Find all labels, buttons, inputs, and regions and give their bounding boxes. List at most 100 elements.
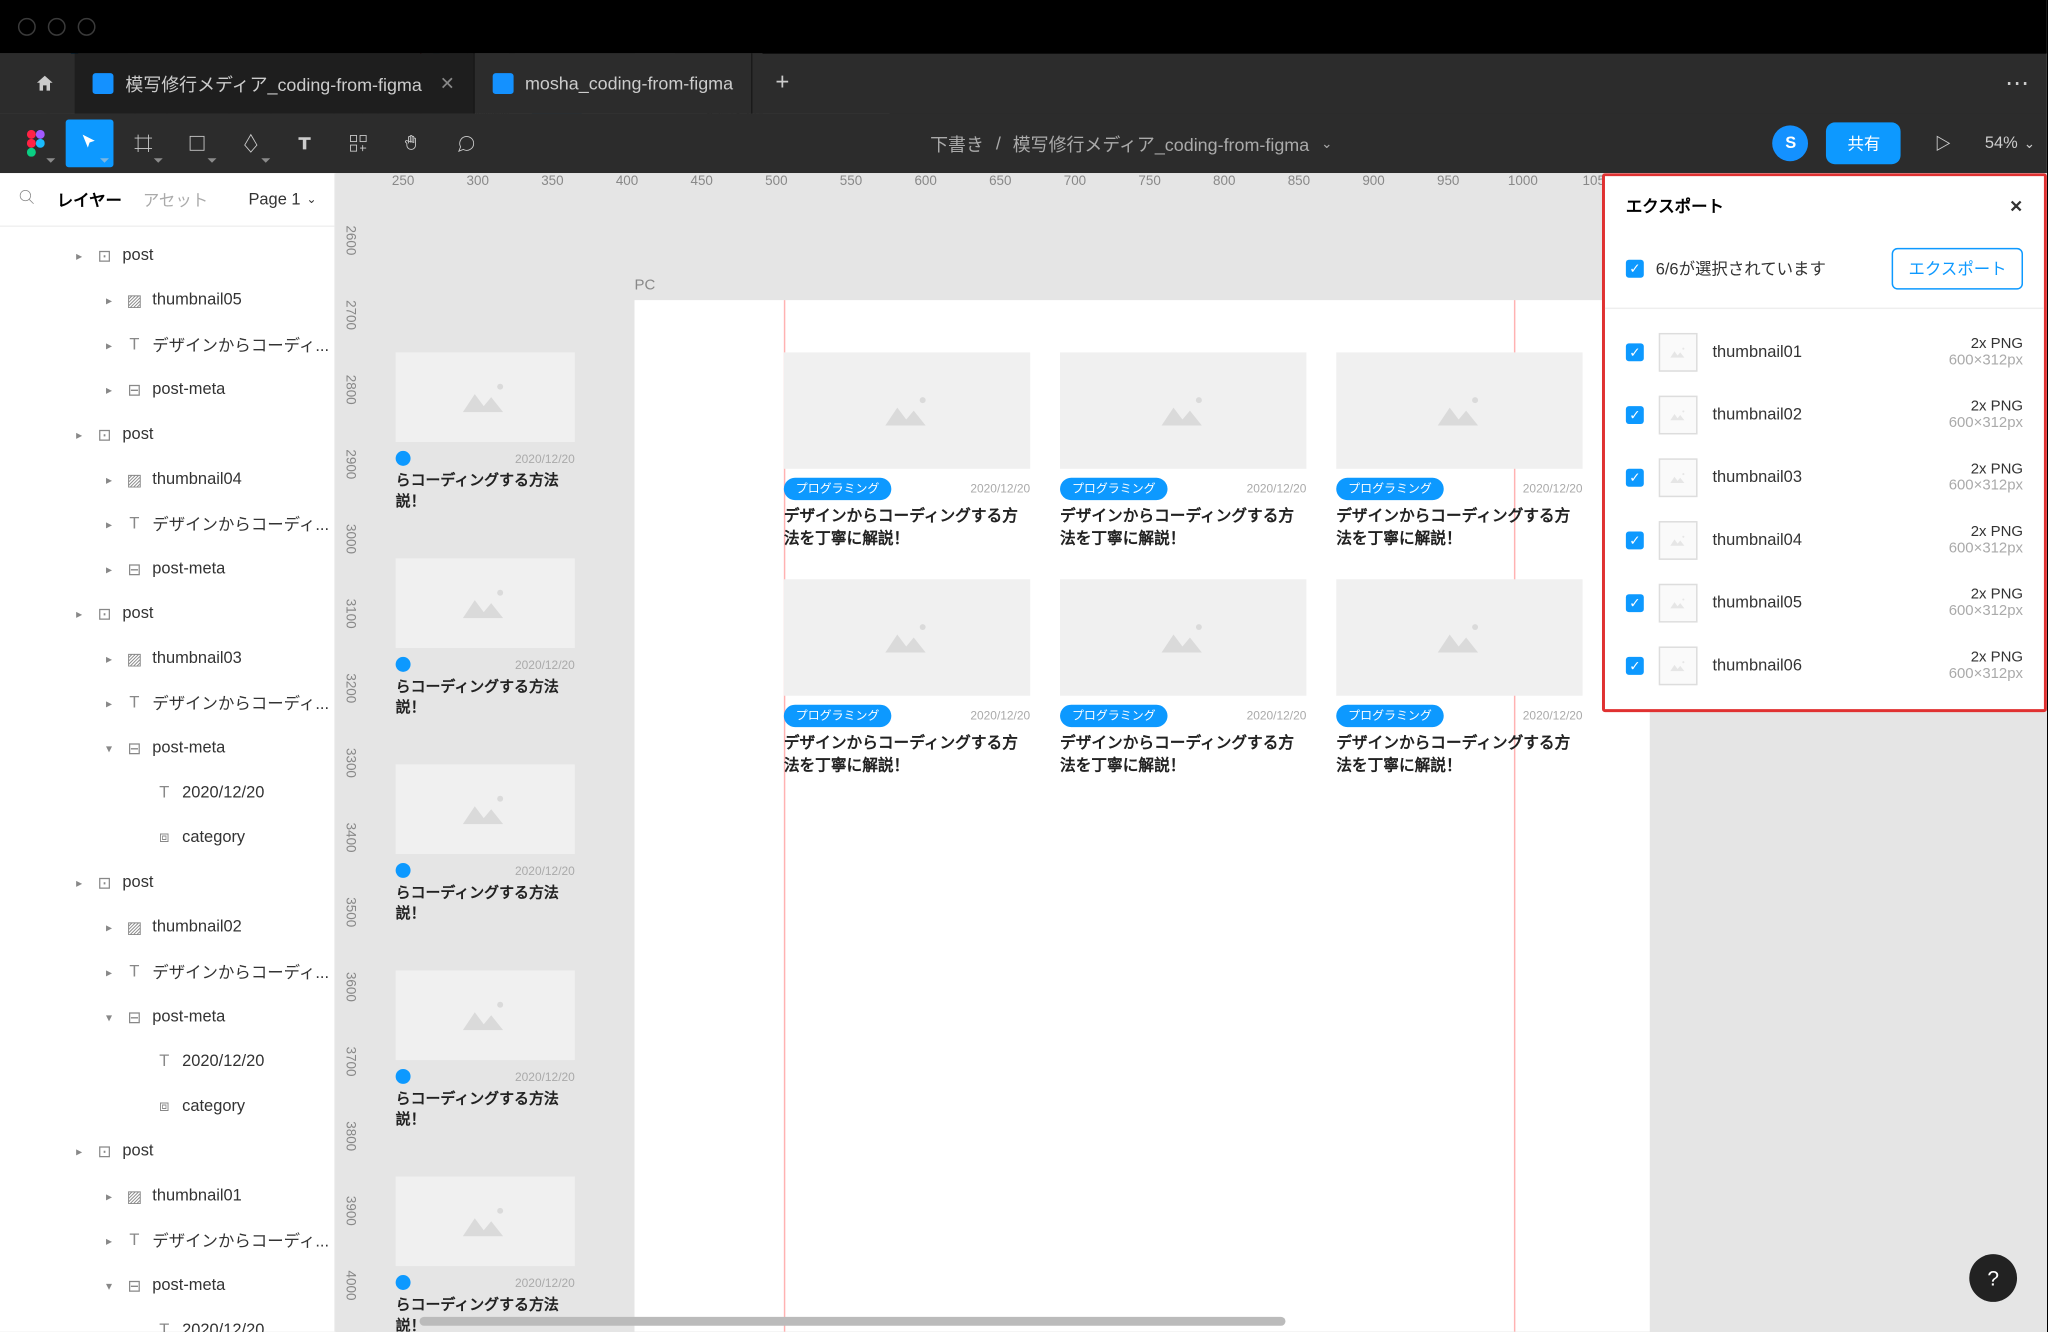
chevron-icon[interactable]: ▾	[102, 741, 117, 754]
layer-row[interactable]: ▸▨thumbnail05	[0, 278, 334, 323]
layer-row[interactable]: ▸Tデザインからコーディ...	[0, 950, 334, 995]
export-item[interactable]: thumbnail03 2x PNG600×312px	[1605, 446, 2044, 509]
tab-active[interactable]: 模写修行メディア_coding-from-figma ✕	[75, 54, 475, 114]
post-card[interactable]: 2020/12/20 らコーディングする方法説！	[396, 558, 575, 719]
chevron-icon[interactable]: ▸	[102, 517, 117, 530]
layer-row[interactable]: ▸▨thumbnail02	[0, 905, 334, 950]
chevron-icon[interactable]: ▸	[72, 428, 87, 441]
chevron-icon[interactable]: ▸	[102, 920, 117, 933]
hand-tool[interactable]	[388, 119, 436, 167]
layer-row[interactable]: ▸⊡post	[0, 1129, 334, 1174]
layer-row[interactable]: ▸Tデザインからコーディ...	[0, 322, 334, 367]
shape-tool[interactable]	[173, 119, 221, 167]
resources-tool[interactable]	[334, 119, 382, 167]
present-button[interactable]	[1919, 119, 1967, 167]
export-item[interactable]: thumbnail04 2x PNG600×312px	[1605, 509, 2044, 572]
checkbox[interactable]	[1626, 594, 1644, 612]
chevron-icon[interactable]: ▸	[102, 473, 117, 486]
layer-row[interactable]: ⧈category	[0, 1084, 334, 1129]
close-icon[interactable]: ✕	[2009, 196, 2023, 215]
chevron-icon[interactable]: ▸	[102, 652, 117, 665]
post-card[interactable]: 2020/12/20 らコーディングする方法説！	[396, 764, 575, 925]
assets-tab[interactable]: アセット	[143, 187, 208, 211]
layer-row[interactable]: ▸▨thumbnail03	[0, 636, 334, 681]
layers-tab[interactable]: レイヤー	[57, 187, 122, 211]
checkbox-all[interactable]	[1626, 260, 1644, 278]
tab-secondary[interactable]: mosha_coding-from-figma	[474, 54, 752, 114]
menu-button[interactable]: ⋯	[1987, 54, 2047, 114]
text-tool[interactable]	[281, 119, 329, 167]
layer-row[interactable]: ▸⊟post-meta	[0, 546, 334, 591]
chevron-icon[interactable]: ▸	[72, 876, 87, 889]
layer-row[interactable]: ▸⊡post	[0, 233, 334, 278]
post-card[interactable]: 2020/12/20 らコーディングする方法説！	[396, 1176, 575, 1331]
chevron-icon[interactable]: ▾	[102, 1010, 117, 1023]
chevron-icon[interactable]: ▸	[72, 607, 87, 620]
layer-row[interactable]: T2020/12/20	[0, 1039, 334, 1084]
chevron-icon[interactable]: ▸	[102, 1234, 117, 1247]
layer-row[interactable]: T2020/12/20	[0, 770, 334, 815]
post-card[interactable]: プログラミング2020/12/20 デザインからコーディングする方法を丁寧に解説…	[1336, 580, 1582, 778]
export-item[interactable]: thumbnail05 2x PNG600×312px	[1605, 572, 2044, 635]
layer-row[interactable]: T2020/12/20	[0, 1308, 334, 1332]
page-selector[interactable]: Page 1 ⌄	[248, 190, 316, 208]
export-item[interactable]: thumbnail02 2x PNG600×312px	[1605, 384, 2044, 447]
layer-row[interactable]: ▸Tデザインからコーディ...	[0, 681, 334, 726]
layer-row[interactable]: ▸⊡post	[0, 860, 334, 905]
layer-row[interactable]: ▸⊡post	[0, 591, 334, 636]
layer-row[interactable]: ▾⊟post-meta	[0, 726, 334, 771]
close-window[interactable]	[18, 18, 36, 36]
layer-tree[interactable]: ▸⊡post▸▨thumbnail05▸Tデザインからコーディ...▸⊟post…	[0, 227, 334, 1332]
layer-row[interactable]: ▸Tデザインからコーディ...	[0, 1218, 334, 1263]
post-card[interactable]: 2020/12/20 らコーディングする方法説！	[396, 970, 575, 1131]
export-button[interactable]: エクスポート	[1892, 248, 2023, 290]
post-card[interactable]: プログラミング2020/12/20 デザインからコーディングする方法を丁寧に解説…	[1060, 580, 1306, 778]
layer-row[interactable]: ▸Tデザインからコーディ...	[0, 502, 334, 547]
chevron-icon[interactable]: ▸	[102, 696, 117, 709]
frame-tool[interactable]	[119, 119, 167, 167]
post-card[interactable]: プログラミング2020/12/20 デザインからコーディングする方法を丁寧に解説…	[1060, 352, 1306, 550]
chevron-down-icon[interactable]: ⌄	[1321, 135, 1332, 151]
chevron-icon[interactable]: ▸	[102, 383, 117, 396]
layer-row[interactable]: ▸▨thumbnail01	[0, 1173, 334, 1218]
export-item[interactable]: thumbnail06 2x PNG600×312px	[1605, 635, 2044, 698]
comment-tool[interactable]	[442, 119, 490, 167]
chevron-icon[interactable]: ▸	[102, 562, 117, 575]
scrollbar-horizontal[interactable]	[420, 1317, 1286, 1326]
chevron-icon[interactable]: ▾	[102, 1279, 117, 1292]
post-card[interactable]: プログラミング2020/12/20 デザインからコーディングする方法を丁寧に解説…	[784, 580, 1030, 778]
layer-row[interactable]: ▸▨thumbnail04	[0, 457, 334, 502]
chevron-icon[interactable]: ▸	[102, 965, 117, 978]
close-icon[interactable]: ✕	[440, 73, 455, 94]
checkbox[interactable]	[1626, 469, 1644, 487]
breadcrumb[interactable]: 下書き / 模写修行メディア_coding-from-figma ⌄	[496, 131, 1767, 156]
figma-menu[interactable]	[12, 119, 60, 167]
post-card[interactable]: プログラミング2020/12/20 デザインからコーディングする方法を丁寧に解説…	[1336, 352, 1582, 550]
export-item[interactable]: thumbnail01 2x PNG600×312px	[1605, 321, 2044, 384]
move-tool[interactable]	[66, 119, 114, 167]
chevron-icon[interactable]: ▸	[102, 293, 117, 306]
chevron-icon[interactable]: ▸	[72, 1144, 87, 1157]
frame-label[interactable]: PC	[635, 278, 656, 294]
checkbox[interactable]	[1626, 343, 1644, 361]
checkbox[interactable]	[1626, 532, 1644, 550]
layer-row[interactable]: ▾⊟post-meta	[0, 1263, 334, 1308]
chevron-icon[interactable]: ▸	[102, 1189, 117, 1202]
chevron-icon[interactable]: ▸	[102, 338, 117, 351]
maximize-window[interactable]	[78, 18, 96, 36]
minimize-window[interactable]	[48, 18, 66, 36]
layer-row[interactable]: ▸⊟post-meta	[0, 367, 334, 412]
checkbox[interactable]	[1626, 657, 1644, 675]
canvas-area[interactable]: 2503003504004505005506006507007508008509…	[336, 173, 2047, 1332]
chevron-icon[interactable]: ▸	[72, 249, 87, 262]
zoom-control[interactable]: 54% ⌄	[1985, 134, 2035, 152]
layer-row[interactable]: ▸⊡post	[0, 412, 334, 457]
layer-row[interactable]: ⧈category	[0, 815, 334, 860]
home-button[interactable]	[15, 54, 75, 114]
share-button[interactable]: 共有	[1827, 122, 1902, 164]
post-card[interactable]: プログラミング2020/12/20 デザインからコーディングする方法を丁寧に解説…	[784, 352, 1030, 550]
new-tab-button[interactable]: +	[752, 54, 812, 114]
search-icon[interactable]	[18, 186, 36, 213]
pen-tool[interactable]	[227, 119, 275, 167]
checkbox[interactable]	[1626, 406, 1644, 424]
